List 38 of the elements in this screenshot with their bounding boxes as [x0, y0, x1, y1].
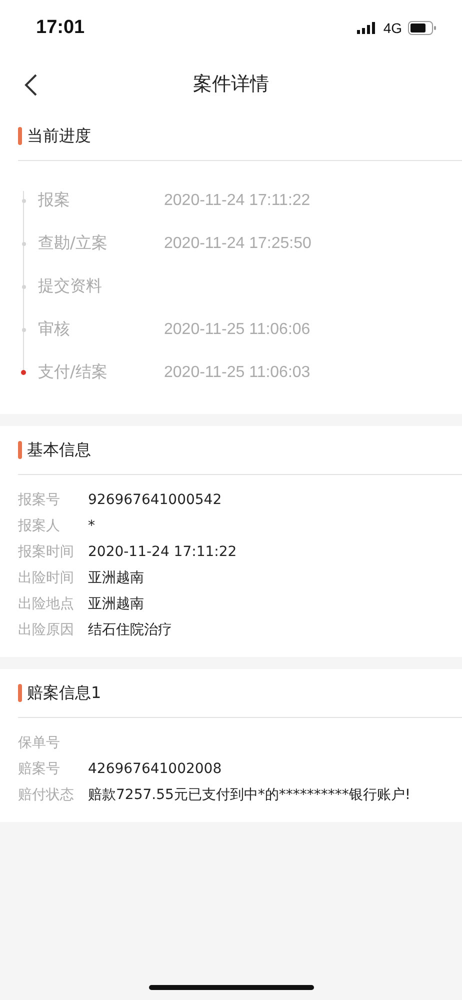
field-label: 出险时间	[18, 569, 75, 587]
field-label: 出险地点	[18, 595, 75, 613]
field-value: 赔款7257.55元已支付到中*的**********银行账户!	[88, 786, 411, 804]
field-label: 赔案号	[18, 760, 61, 778]
field-label: 报案时间	[18, 543, 75, 561]
accent-bar	[18, 441, 22, 459]
section-title: 赔案信息1	[27, 682, 102, 704]
step-time: 2020-11-24 17:25:50	[164, 234, 312, 252]
section-title: 当前进度	[27, 126, 91, 146]
field-value: 926967641000542	[88, 492, 222, 508]
step-label: 查勘/立案	[38, 233, 108, 254]
field-label: 赔付状态	[18, 786, 75, 804]
field-value: 426967641002008	[88, 761, 222, 777]
field-label: 报案号	[18, 491, 61, 509]
section-title: 基本信息	[27, 440, 91, 460]
battery-icon	[408, 21, 436, 35]
field-value: 亚洲越南	[88, 569, 144, 587]
field-value: 亚洲越南	[88, 595, 144, 613]
field-label: 保单号	[18, 734, 61, 752]
field-value: *	[88, 518, 95, 534]
field-value: 结石住院治疗	[88, 621, 172, 639]
page-title: 案件详情	[193, 72, 269, 97]
step-label: 支付/结案	[38, 362, 108, 383]
status-time: 17:01	[36, 17, 85, 39]
step-label: 提交资料	[38, 276, 103, 297]
step-label: 报案	[38, 190, 71, 211]
field-label: 报案人	[18, 517, 61, 535]
accent-bar	[18, 127, 22, 145]
signal-icon	[357, 22, 378, 34]
accent-bar	[18, 684, 22, 702]
back-icon	[24, 74, 38, 96]
field-label: 出险原因	[18, 621, 75, 639]
field-value: 2020-11-24 17:11:22	[88, 544, 237, 560]
step-time: 2020-11-24 17:11:22	[164, 192, 310, 210]
step-time: 2020-11-25 11:06:06	[164, 320, 310, 338]
step-label: 审核	[38, 319, 71, 340]
step-time: 2020-11-25 11:06:03	[164, 364, 310, 382]
network-label: 4G	[383, 20, 402, 36]
